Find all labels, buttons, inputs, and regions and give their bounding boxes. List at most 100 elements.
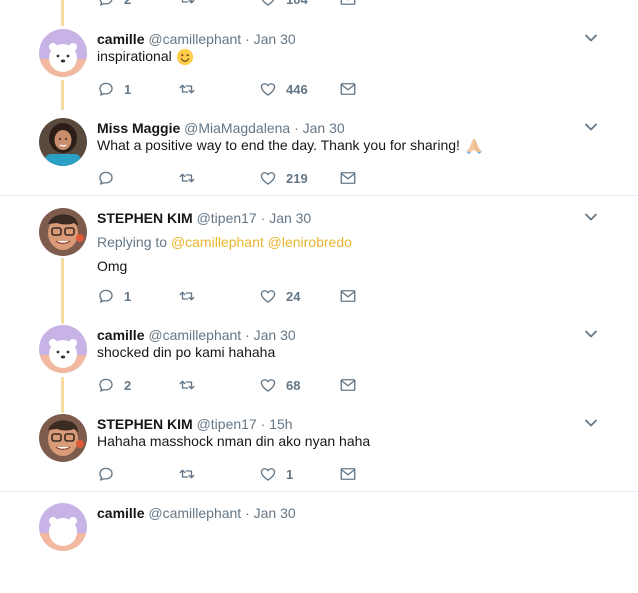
bear-avatar-icon <box>39 29 87 77</box>
separator-dot: · <box>245 327 250 343</box>
avatar[interactable] <box>39 414 87 462</box>
separator-dot: · <box>260 210 266 226</box>
avatar[interactable] <box>39 325 87 373</box>
tweet[interactable]: camille @camillephant · Jan 30 inspirati… <box>0 29 638 119</box>
display-name[interactable]: camille <box>97 31 144 47</box>
heart-icon <box>260 172 276 185</box>
tweet[interactable]: STEPHEN KIM @tipen17 · Jan 30 Replying t… <box>0 208 638 304</box>
retweet-icon <box>179 380 195 390</box>
avatar[interactable] <box>39 503 87 551</box>
reply-icon <box>99 82 113 96</box>
user-handle[interactable]: @tipen17 <box>197 210 257 226</box>
praying-hands-emoji-icon <box>465 139 483 155</box>
user-handle[interactable]: @camillephant <box>148 505 241 521</box>
message-button[interactable] <box>339 0 357 9</box>
message-button[interactable] <box>339 286 357 306</box>
avatar[interactable] <box>39 118 87 166</box>
reply-button[interactable] <box>97 464 124 484</box>
like-button[interactable]: 219 <box>259 168 308 188</box>
bear-avatar-icon <box>39 325 87 373</box>
user-handle[interactable]: @camillephant <box>148 327 241 343</box>
like-button[interactable]: 68 <box>259 375 300 395</box>
message-button[interactable] <box>339 464 357 484</box>
reply-icon <box>99 171 113 185</box>
avatar[interactable] <box>39 29 87 77</box>
like-count: 24 <box>286 288 301 304</box>
reply-button[interactable] <box>97 168 124 188</box>
chevron-down-icon[interactable] <box>584 327 598 341</box>
reply-button[interactable]: 1 <box>97 79 131 99</box>
reply-icon <box>99 467 113 481</box>
timestamp[interactable]: Jan 30 <box>254 31 296 47</box>
retweet-icon <box>179 469 195 479</box>
separator-dot: · <box>245 505 250 521</box>
tweet-actions: 1 446 <box>97 79 367 99</box>
envelope-icon <box>340 468 356 480</box>
tweet-actions: 219 <box>97 168 367 188</box>
timestamp[interactable]: Jan 30 <box>254 327 296 343</box>
tweet-actions: 1 <box>97 464 367 484</box>
heart-icon <box>260 83 276 96</box>
like-button[interactable]: 104 <box>259 0 308 9</box>
separator-dot: · <box>245 31 250 47</box>
tweet[interactable]: camille @camillephant · Jan 30 shocked d… <box>0 325 638 415</box>
user-handle[interactable]: @MiaMagdalena <box>184 120 290 136</box>
tweet-text-row: Omg <box>97 256 127 276</box>
chevron-down-icon[interactable] <box>584 120 598 134</box>
envelope-icon <box>340 290 356 302</box>
retweet-button[interactable] <box>177 375 197 395</box>
retweet-button[interactable] <box>177 0 197 9</box>
tweet-text: inspirational <box>97 48 172 64</box>
timestamp[interactable]: Jan 30 <box>254 505 296 521</box>
separator-dot: · <box>294 120 299 136</box>
mention-link[interactable]: @lenirobredo <box>268 234 352 250</box>
reply-button[interactable]: 2 <box>97 375 131 395</box>
separator-dot: · <box>260 416 266 432</box>
display-name[interactable]: STEPHEN KIM <box>97 210 193 226</box>
heart-icon <box>260 468 276 481</box>
chevron-down-icon[interactable] <box>584 31 598 45</box>
like-button[interactable]: 1 <box>259 464 293 484</box>
display-name[interactable]: camille <box>97 327 144 343</box>
avatar[interactable] <box>39 208 87 256</box>
like-button[interactable]: 24 <box>259 286 300 306</box>
message-button[interactable] <box>339 79 357 99</box>
reply-icon <box>99 289 113 303</box>
retweet-icon <box>181 0 195 4</box>
timestamp[interactable]: Jan 30 <box>303 120 345 136</box>
chevron-down-icon[interactable] <box>584 210 598 224</box>
reply-button[interactable]: 2 <box>97 0 131 9</box>
timestamp[interactable]: 15h <box>269 416 292 432</box>
retweet-button[interactable] <box>177 79 197 99</box>
retweet-icon <box>179 291 195 301</box>
user-handle[interactable]: @tipen17 <box>197 416 257 432</box>
like-count: 68 <box>286 377 301 393</box>
like-button[interactable]: 446 <box>259 79 308 99</box>
timestamp[interactable]: Jan 30 <box>269 210 311 226</box>
reply-count: 2 <box>124 0 131 7</box>
display-name[interactable]: Miss Maggie <box>97 120 180 136</box>
tweet-header: camille @camillephant · Jan 30 <box>97 503 296 523</box>
man-avatar-icon <box>39 208 87 256</box>
mention-link[interactable]: @camillephant <box>171 234 264 250</box>
reply-count: 1 <box>124 288 132 304</box>
message-button[interactable] <box>339 168 357 188</box>
like-count: 1 <box>286 466 294 482</box>
chevron-down-icon[interactable] <box>584 416 598 430</box>
like-count: 219 <box>286 170 308 186</box>
tweet-text: shocked din po kami hahaha <box>97 344 276 360</box>
display-name[interactable]: STEPHEN KIM <box>97 416 193 432</box>
message-button[interactable] <box>339 375 357 395</box>
replying-to-label: Replying to <box>97 234 168 250</box>
tweet[interactable]: camille @camillephant · Jan 30 <box>0 503 638 593</box>
display-name[interactable]: camille <box>97 505 144 521</box>
reply-button[interactable]: 1 <box>97 286 131 306</box>
retweet-button[interactable] <box>177 464 197 484</box>
thread-divider <box>0 195 638 196</box>
reply-count: 2 <box>124 377 132 393</box>
retweet-button[interactable] <box>177 286 197 306</box>
woman-avatar-icon <box>39 118 87 166</box>
retweet-button[interactable] <box>177 168 197 188</box>
replying-to: Replying to @camillephant @lenirobredo <box>97 232 352 252</box>
user-handle[interactable]: @camillephant <box>148 31 241 47</box>
